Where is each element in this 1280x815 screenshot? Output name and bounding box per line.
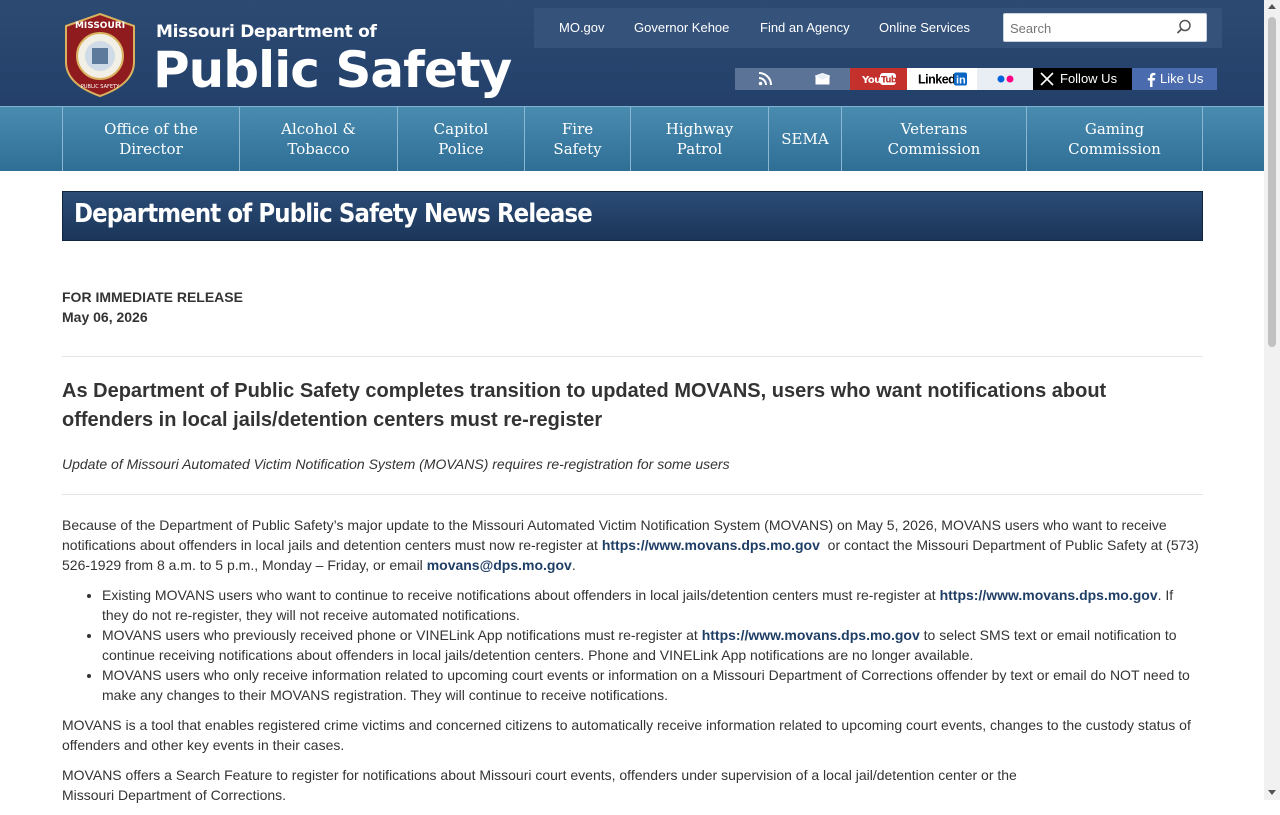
search-icon[interactable] (1176, 19, 1192, 35)
svg-text:PUBLIC SAFETY: PUBLIC SAFETY (81, 84, 120, 90)
page-scrollbar[interactable] (1264, 0, 1280, 800)
linkedin-icon: Linked in (918, 72, 967, 87)
flickr-button[interactable] (977, 68, 1033, 90)
nav-label-line1: Capitol (433, 120, 489, 138)
youtube-icon: You Tube (862, 73, 896, 86)
text: . (571, 557, 576, 573)
logo-line-2[interactable]: Public Safety (153, 40, 512, 100)
nav-label-line2: Police (438, 140, 484, 158)
facebook-icon (1147, 72, 1156, 87)
nav-veterans-commission[interactable]: Veterans Commission (842, 107, 1027, 171)
flickr-icon (997, 75, 1014, 83)
text: Existing MOVANS users who want to contin… (102, 587, 940, 603)
nav-fire-safety[interactable]: Fire Safety (525, 107, 631, 171)
rss-icon (758, 72, 772, 86)
nav-gaming-commission[interactable]: Gaming Commission (1027, 107, 1203, 171)
nav-label-line1: Office of the (104, 120, 198, 138)
dps-seal-logo[interactable]: MISSOURI PUBLIC SAFETY (62, 12, 138, 98)
article-headline: As Department of Public Safety completes… (62, 380, 1107, 431)
nav-label-line2: Commission (1068, 140, 1161, 158)
email-signup-button[interactable] (792, 68, 850, 90)
news-release-banner: Department of Public Safety News Release (62, 191, 1203, 241)
movans-link[interactable]: https://www.movans.dps.mo.gov (702, 627, 920, 643)
list-item: Existing MOVANS users who want to contin… (102, 585, 1203, 625)
svg-text:You: You (862, 75, 881, 86)
svg-text:in: in (956, 75, 966, 87)
nav-label-line1: SEMA (781, 130, 829, 148)
list-item: MOVANS users who previously received pho… (102, 625, 1203, 665)
movans-email-link[interactable]: movans@dps.mo.gov (427, 557, 572, 573)
paragraph: MOVANS is a tool that enables registered… (62, 717, 1191, 753)
text: MOVANS offers a Search Feature to regist… (62, 767, 1017, 783)
search-input[interactable] (1008, 14, 1172, 42)
text: Missouri Department of Corrections. (62, 787, 287, 803)
link-online-services[interactable]: Online Services (879, 20, 970, 35)
nav-label-line1: Gaming (1084, 120, 1145, 138)
logo-line-1[interactable]: Missouri Department of (156, 22, 377, 42)
svg-text:Linked: Linked (918, 73, 955, 87)
nav-label-line1: Veterans (900, 120, 968, 138)
envelope-icon (815, 73, 830, 85)
article-body: Because of the Department of Public Safe… (62, 515, 1203, 815)
divider (62, 356, 1203, 357)
nav-office-of-director[interactable]: Office of the Director (62, 107, 240, 171)
movans-link[interactable]: https://www.movans.dps.mo.gov (602, 537, 820, 553)
article-subhead: Update of Missouri Automated Victim Noti… (62, 456, 730, 472)
youtube-button[interactable]: You Tube (850, 68, 907, 90)
site-header: MISSOURI PUBLIC SAFETY Missouri Departme… (0, 0, 1264, 106)
nav-label-line1: Highway (665, 120, 734, 138)
banner-title: Department of Public Safety News Release (74, 199, 593, 229)
scrollbar-thumb[interactable] (1268, 17, 1276, 347)
bullet-list: Existing MOVANS users who want to contin… (62, 585, 1203, 705)
paragraph: Because of the Department of Public Safe… (62, 515, 1203, 575)
nav-sema[interactable]: SEMA (769, 107, 842, 171)
link-mo-gov[interactable]: MO.gov (559, 20, 605, 35)
facebook-like-label: Like Us (1160, 71, 1204, 86)
facebook-like-button[interactable]: Like Us (1132, 68, 1217, 90)
scroll-up-arrow-icon[interactable] (1268, 4, 1276, 9)
release-label: FOR IMMEDIATE RELEASE (62, 289, 243, 305)
nav-label-line2: Commission (887, 140, 981, 158)
main-nav: Office of the Director Alcohol & Tobacco C… (0, 106, 1264, 171)
link-governor[interactable]: Governor Kehoe (634, 20, 729, 35)
x-follow-button[interactable]: Follow Us (1033, 68, 1132, 90)
movans-link[interactable]: https://www.movans.dps.mo.gov (940, 587, 1158, 603)
nav-alcohol-tobacco[interactable]: Alcohol & Tobacco (240, 107, 398, 171)
svg-text:Tube: Tube (881, 76, 896, 86)
x-follow-label: Follow Us (1060, 71, 1118, 86)
text: MOVANS users who previously received pho… (102, 627, 702, 643)
x-logo-icon (1040, 72, 1054, 86)
nav-label-line2: Patrol (676, 140, 723, 158)
nav-label-line1: Fire (561, 120, 594, 138)
nav-label-line1: Alcohol & (281, 120, 356, 138)
rss-button[interactable] (735, 68, 792, 90)
nav-label-line2: Safety (553, 140, 602, 158)
scroll-down-arrow-icon[interactable] (1268, 790, 1276, 795)
nav-label-line2: Tobacco (287, 140, 350, 158)
svg-text:MISSOURI: MISSOURI (75, 21, 125, 31)
divider (62, 494, 1203, 495)
nav-capitol-police[interactable]: Capitol Police (398, 107, 525, 171)
linkedin-button[interactable]: Linked in (907, 68, 977, 90)
link-find-agency[interactable]: Find an Agency (760, 20, 850, 35)
nav-highway-patrol[interactable]: Highway Patrol (631, 107, 769, 171)
release-date: May 06, 2026 (62, 309, 148, 325)
list-item: MOVANS users who only receive informatio… (102, 665, 1203, 705)
search-box (1003, 13, 1207, 42)
paragraph: MOVANS offers a Search Feature to regist… (62, 765, 1203, 805)
nav-label-line2: Director (119, 140, 183, 158)
